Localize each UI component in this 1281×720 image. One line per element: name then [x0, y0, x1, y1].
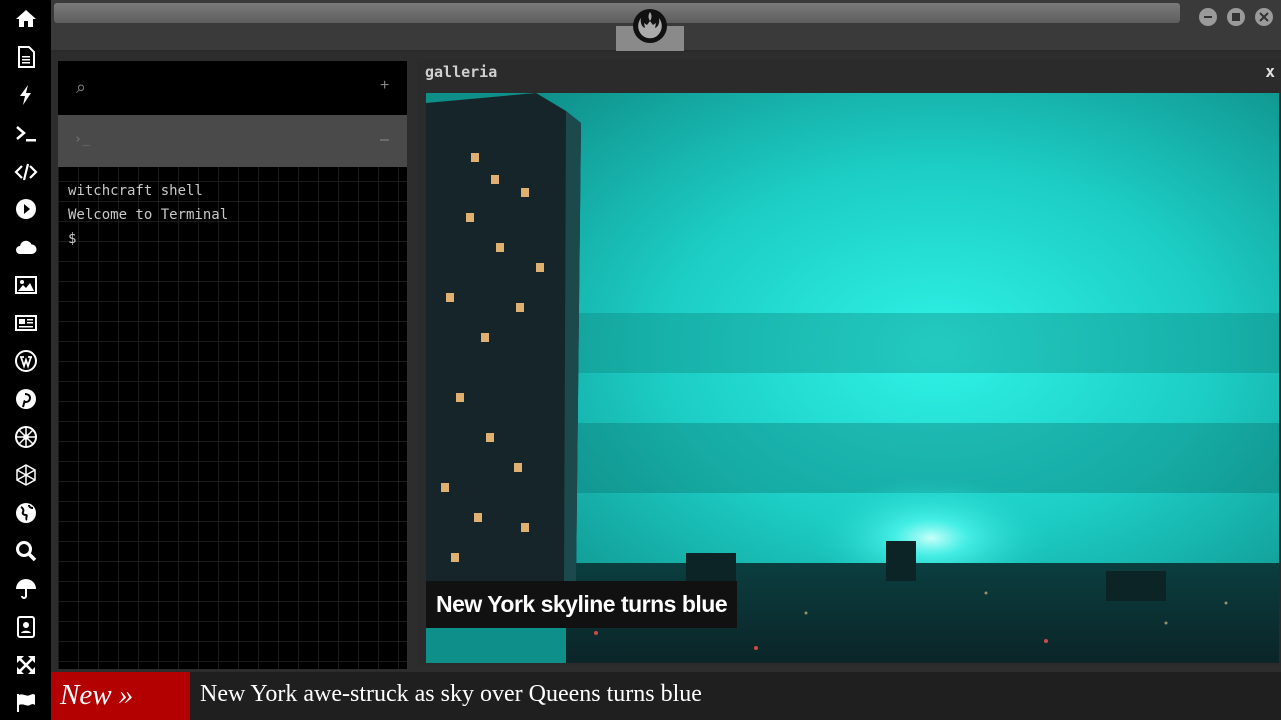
- umbrella-icon[interactable]: [8, 571, 44, 607]
- close-icon: [1259, 12, 1269, 22]
- terminal-icon[interactable]: [8, 116, 44, 152]
- photo-caption: New York skyline turns blue: [426, 581, 738, 628]
- add-terminal-button[interactable]: +: [380, 77, 389, 95]
- play-icon[interactable]: [8, 191, 44, 227]
- empire-icon[interactable]: [8, 419, 44, 455]
- rebel-alliance-icon: [633, 9, 667, 43]
- terminal-line: Welcome to Terminal: [68, 207, 229, 223]
- code-icon[interactable]: [8, 154, 44, 190]
- terminal-line: witchcraft shell: [68, 183, 203, 199]
- icon-sidebar: [0, 0, 51, 720]
- globe-icon[interactable]: [8, 495, 44, 531]
- minimize-button[interactable]: [1199, 8, 1217, 26]
- cloud-icon[interactable]: [8, 229, 44, 265]
- galleria-close-button[interactable]: x: [1265, 62, 1275, 81]
- gallery-photo[interactable]: New York skyline turns blue: [426, 93, 1279, 663]
- home-icon[interactable]: [8, 1, 44, 37]
- galleria-title: galleria: [425, 63, 498, 81]
- terminal-output[interactable]: witchcraft shell Welcome to Terminal $: [68, 179, 228, 251]
- expand-icon[interactable]: [8, 647, 44, 683]
- hexagon-network-icon[interactable]: [8, 457, 44, 493]
- ticker-headline[interactable]: New York awe-struck as sky over Queens t…: [200, 672, 702, 716]
- address-bar[interactable]: [54, 3, 1180, 23]
- ticker-badge: New »: [51, 672, 190, 720]
- wordpress-icon[interactable]: [8, 343, 44, 379]
- search-icon[interactable]: ⌕: [76, 77, 86, 98]
- prompt-icon: ›_: [74, 132, 90, 147]
- maximize-button[interactable]: [1227, 8, 1245, 26]
- newspaper-icon[interactable]: [8, 305, 44, 341]
- minimize-terminal-button[interactable]: –: [380, 131, 389, 149]
- contacts-icon[interactable]: [8, 609, 44, 645]
- pinterest-icon[interactable]: [8, 381, 44, 417]
- document-icon[interactable]: [8, 39, 44, 75]
- image-icon[interactable]: [8, 267, 44, 303]
- terminal-panel: ⌕ + ›_ – witchcraft shell Welcome to Ter…: [56, 59, 409, 671]
- skyline-image: [426, 93, 1279, 663]
- news-ticker[interactable]: New » New York awe-struck as sky over Qu…: [51, 672, 1281, 720]
- flag-icon[interactable]: [8, 684, 44, 720]
- search-icon[interactable]: [8, 533, 44, 569]
- top-bar: [51, 0, 1281, 52]
- galleria-panel: galleria x New York skyline turns blue: [417, 59, 1281, 665]
- terminal-tab[interactable]: ›_ –: [58, 115, 407, 167]
- terminal-search-bar[interactable]: ⌕ +: [58, 61, 407, 115]
- close-window-button[interactable]: [1255, 8, 1273, 26]
- terminal-prompt: $: [68, 231, 77, 247]
- bolt-icon[interactable]: [8, 77, 44, 113]
